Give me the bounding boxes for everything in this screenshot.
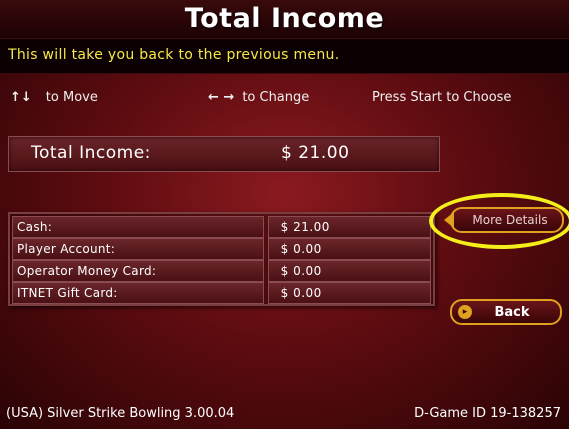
more-details-label: More Details [472, 213, 548, 227]
income-source-label: Operator Money Card: [12, 260, 264, 282]
income-source-value: $ 21.00 [267, 216, 431, 238]
table-row: Player Account: $ 0.00 [12, 238, 431, 260]
income-source-label: Cash: [12, 216, 264, 238]
navigation-help: ↑↓ to Move ← → to Change Press Start to Ch… [0, 90, 569, 110]
total-income-bar: Total Income: $ 21.00 [8, 136, 440, 172]
total-income-label: Total Income: [31, 143, 151, 163]
income-source-value: $ 0.00 [267, 282, 431, 304]
left-triangle-icon [444, 212, 454, 228]
title-bar: Total Income [0, 0, 569, 38]
table-row: Operator Money Card: $ 0.00 [12, 260, 431, 282]
more-details-button[interactable]: More Details [444, 207, 564, 233]
table-row: ITNET Gift Card: $ 0.00 [12, 282, 431, 304]
game-version: (USA) Silver Strike Bowling 3.00.04 [6, 406, 235, 421]
info-bar: This will take you back to the previous … [0, 38, 569, 74]
income-source-label: Player Account: [12, 238, 264, 260]
game-id: D-Game ID 19-138257 [414, 406, 561, 421]
chevron-right-icon: ▸ [458, 305, 472, 319]
back-button[interactable]: ▸ Back [450, 299, 562, 325]
table-row: Cash: $ 21.00 [12, 216, 431, 238]
left-right-arrows-icon: ← → [208, 90, 235, 105]
move-help: ↑↓ to Move [10, 90, 98, 105]
start-help-text: Press Start to Choose [372, 90, 512, 105]
income-breakdown-table: Cash: $ 21.00 Player Account: $ 0.00 Ope… [8, 212, 435, 306]
up-down-arrows-icon: ↑↓ [10, 90, 32, 105]
total-income-value: $ 21.00 [281, 143, 350, 163]
back-label: Back [494, 305, 530, 320]
info-message: This will take you back to the previous … [8, 47, 340, 63]
income-source-value: $ 0.00 [267, 238, 431, 260]
change-help-text: to Change [242, 90, 310, 105]
income-source-value: $ 0.00 [267, 260, 431, 282]
footer: (USA) Silver Strike Bowling 3.00.04 D-Ga… [0, 400, 569, 429]
page-title: Total Income [184, 3, 385, 34]
change-help: ← → to Change [208, 90, 309, 105]
income-source-label: ITNET Gift Card: [12, 282, 264, 304]
move-help-text: to Move [45, 90, 98, 105]
